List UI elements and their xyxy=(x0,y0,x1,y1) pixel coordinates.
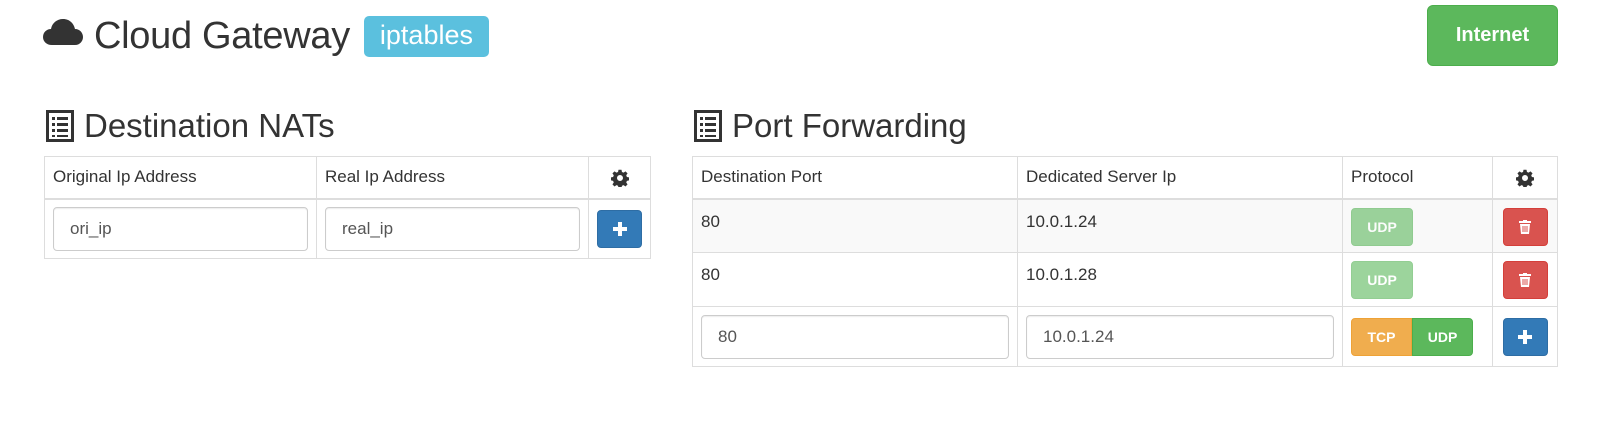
nat-title-text: Destination NATs xyxy=(84,107,335,144)
table-row: 80 10.0.1.28 UDP xyxy=(692,252,1558,307)
port-forwarding-table: Destination Port Dedicated Server Ip Pro… xyxy=(692,156,1558,367)
trash-icon xyxy=(1519,273,1531,287)
column-header-destination-port: Destination Port xyxy=(692,156,1018,200)
protocol-badge: UDP xyxy=(1351,261,1413,299)
gear-icon[interactable] xyxy=(1515,169,1535,188)
internet-button[interactable]: Internet xyxy=(1427,5,1558,66)
delete-button[interactable] xyxy=(1502,261,1548,299)
protocol-cell: UDP xyxy=(1342,252,1493,307)
cloud-icon xyxy=(43,19,83,45)
table-row: 80 10.0.1.24 UDP xyxy=(692,198,1558,253)
settings-header xyxy=(588,156,651,200)
delete-button[interactable] xyxy=(1502,207,1548,246)
original-ip-cell xyxy=(44,198,317,259)
column-header-real-ip: Real Ip Address xyxy=(316,156,589,200)
original-ip-input[interactable] xyxy=(53,206,308,251)
trash-icon xyxy=(1519,219,1531,234)
column-header-original-ip: Original Ip Address xyxy=(44,156,317,200)
real-ip-cell xyxy=(316,198,589,259)
server-ip-cell: 10.0.1.24 xyxy=(1017,198,1343,253)
plus-icon xyxy=(1518,329,1532,344)
protocol-badge: UDP xyxy=(1351,207,1413,246)
pf-add-button[interactable] xyxy=(1502,317,1548,356)
destination-port-input[interactable] xyxy=(701,314,1009,359)
server-ip-cell: 10.0.1.28 xyxy=(1017,252,1343,307)
nat-table: Original Ip Address Real Ip Address xyxy=(44,156,651,259)
port-input-cell xyxy=(692,306,1018,367)
iptables-label: iptables xyxy=(363,15,489,57)
tcp-button[interactable]: TCP xyxy=(1351,317,1412,356)
protocol-toggle: TCP UDP xyxy=(1351,317,1473,356)
column-header-protocol: Protocol xyxy=(1342,156,1493,200)
nat-input-row xyxy=(44,198,651,259)
list-icon xyxy=(46,110,74,142)
page-header: Cloud Gateway iptables xyxy=(42,8,489,64)
nat-header-row: Original Ip Address Real Ip Address xyxy=(44,156,651,200)
server-ip-input-cell xyxy=(1017,306,1343,367)
nat-section-title: Destination NATs xyxy=(46,106,335,146)
port-forwarding-title-text: Port Forwarding xyxy=(732,107,967,144)
protocol-toggle-cell: TCP UDP xyxy=(1342,306,1493,367)
pf-add-cell xyxy=(1492,306,1558,367)
plus-icon xyxy=(612,221,627,236)
column-header-server-ip: Dedicated Server Ip xyxy=(1017,156,1343,200)
pf-input-row: TCP UDP xyxy=(692,306,1558,367)
nat-add-button[interactable] xyxy=(597,209,642,248)
delete-cell xyxy=(1492,252,1558,307)
delete-cell xyxy=(1492,198,1558,253)
destination-port-cell: 80 xyxy=(692,252,1018,307)
protocol-cell: UDP xyxy=(1342,198,1493,253)
app-title: Cloud Gateway xyxy=(94,14,350,57)
list-icon xyxy=(694,110,722,142)
pf-header-row: Destination Port Dedicated Server Ip Pro… xyxy=(692,156,1558,200)
destination-port-cell: 80 xyxy=(692,198,1018,253)
udp-button[interactable]: UDP xyxy=(1412,317,1473,356)
nat-add-cell xyxy=(588,198,651,259)
settings-header xyxy=(1492,156,1558,200)
port-forwarding-section-title: Port Forwarding xyxy=(694,106,967,146)
real-ip-input[interactable] xyxy=(325,206,580,251)
server-ip-input[interactable] xyxy=(1026,314,1334,359)
gear-icon[interactable] xyxy=(610,169,629,188)
